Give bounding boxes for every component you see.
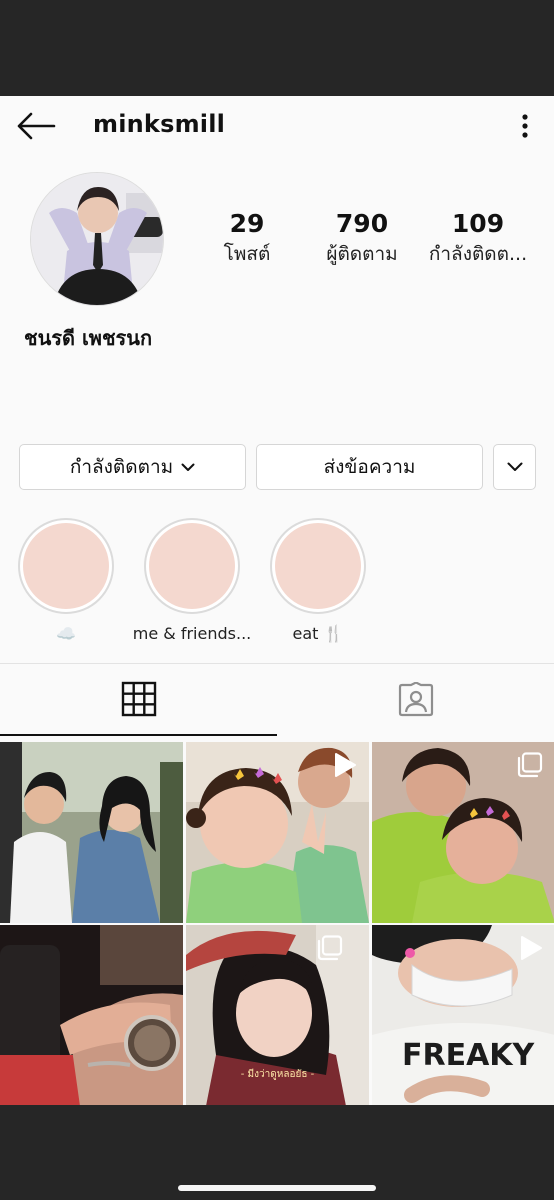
more-options-button[interactable]	[508, 108, 542, 144]
highlight-label: me & friends...	[132, 624, 252, 643]
chevron-down-icon	[507, 462, 522, 471]
post-thumbnail[interactable]: FREAKY	[372, 925, 554, 1105]
following-count: 109	[451, 209, 505, 238]
following-label: กำลังติดต...	[428, 243, 528, 265]
story-highlight[interactable]: me & friends...	[128, 518, 256, 643]
back-button[interactable]	[14, 108, 58, 144]
post-thumbnail[interactable]: - มีงว่าดูหลอยัธ -	[186, 925, 369, 1105]
home-indicator[interactable]	[178, 1185, 376, 1191]
post-thumbnail[interactable]	[0, 742, 183, 923]
tab-posts-grid[interactable]	[0, 664, 277, 736]
highlight-cover	[275, 523, 361, 609]
arrow-left-icon	[17, 112, 56, 140]
chevron-down-icon	[181, 463, 195, 471]
post-thumbnail[interactable]	[372, 742, 554, 923]
highlight-cover	[149, 523, 235, 609]
top-nav-bar: minksmill	[0, 96, 554, 158]
system-navigation-bar	[0, 1105, 554, 1200]
posts-grid: - มีงว่าดูหลอยัธ - FREAKY	[0, 742, 554, 1105]
post-photo	[0, 925, 183, 1105]
followers-count: 790	[335, 209, 389, 238]
profile-display-name: ชนรดี เพชรนก	[24, 326, 153, 350]
grid-icon	[121, 681, 156, 717]
profile-stats: 29 โพสต์ 790 ผู้ติดตาม 109 กำลังติดต...	[200, 208, 550, 278]
message-button-label: ส่งข้อความ	[323, 456, 416, 478]
following-button-label: กำลังติดตาม	[69, 456, 174, 478]
status-bar	[0, 0, 554, 96]
highlight-label: eat 🍴	[292, 624, 344, 643]
highlight-label: ☁️	[56, 624, 76, 643]
post-caption-overlay: - มีงว่าดูหลอยัธ -	[240, 1069, 315, 1080]
carousel-icon	[517, 752, 543, 778]
highlight-cover-ring	[18, 518, 114, 614]
story-highlight[interactable]: ☁️	[17, 518, 115, 643]
highlight-cover	[23, 523, 109, 609]
post-photo	[0, 742, 183, 923]
highlight-cover-ring	[270, 518, 366, 614]
posts-stat[interactable]: 29 โพสต์	[212, 208, 282, 268]
posts-count: 29	[229, 209, 265, 238]
highlight-cover-ring	[144, 518, 240, 614]
post-thumbnail[interactable]	[0, 925, 183, 1105]
more-vertical-icon	[522, 114, 528, 138]
play-icon	[521, 936, 542, 960]
followers-stat[interactable]: 790 ผู้ติดตาม	[312, 208, 412, 268]
followers-label: ผู้ติดตาม	[326, 243, 398, 265]
suggested-accounts-button[interactable]	[493, 444, 536, 490]
avatar-photo	[31, 173, 163, 305]
post-thumbnail[interactable]	[186, 742, 369, 923]
profile-avatar[interactable]	[30, 172, 164, 306]
following-button[interactable]: กำลังติดตาม	[19, 444, 246, 490]
posts-label: โพสต์	[223, 243, 271, 265]
play-icon	[335, 753, 356, 777]
profile-username: minksmill	[93, 110, 226, 138]
following-stat[interactable]: 109 กำลังติดต...	[422, 208, 534, 268]
svg-text:FREAKY: FREAKY	[402, 1038, 536, 1073]
tab-tagged[interactable]	[277, 664, 554, 736]
carousel-icon	[317, 935, 343, 961]
tagged-person-icon	[398, 682, 433, 717]
message-button[interactable]: ส่งข้อความ	[256, 444, 483, 490]
profile-screen: minksmill 29 โพสต์ 790 ผู้ติดตาม 109 กำล…	[0, 96, 554, 1105]
story-highlight[interactable]: eat 🍴	[269, 518, 367, 643]
